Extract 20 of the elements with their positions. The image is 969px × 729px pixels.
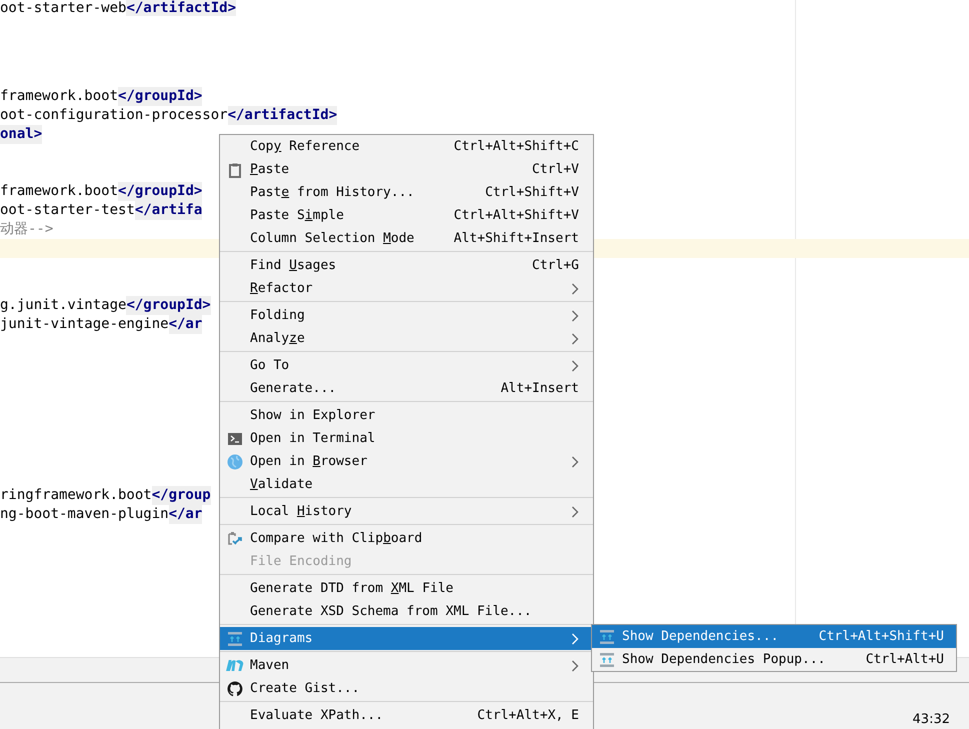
xml-tag: </groupId> [118, 87, 202, 106]
xml-tag: </ar [168, 505, 202, 524]
code-comment: 动器--> [0, 220, 54, 239]
xml-tag: </artifactId> [126, 0, 236, 16]
code-text: ng-boot-maven-plugin [0, 505, 169, 524]
code-text: oot-configuration-processor [0, 106, 228, 125]
xml-tag: </groupId> [118, 182, 202, 201]
code-text: oot-starter-web [0, 0, 126, 16]
code-text: g.junit.vintage [0, 296, 126, 315]
xml-tag: onal> [0, 125, 42, 144]
xml-tag: </ar [168, 315, 202, 334]
xml-tag: </artifa [134, 201, 202, 220]
code-text: framework.boot [0, 182, 118, 201]
xml-tag: </artifactId> [228, 106, 338, 125]
code-text: ringframework.boot [0, 486, 152, 505]
code-text: framework.boot [0, 87, 118, 106]
xml-tag: </groupId> [126, 296, 211, 315]
code-text: junit-vintage-engine [0, 315, 169, 334]
code-text: oot-starter-test [0, 201, 135, 220]
xml-tag: </group [152, 486, 211, 505]
